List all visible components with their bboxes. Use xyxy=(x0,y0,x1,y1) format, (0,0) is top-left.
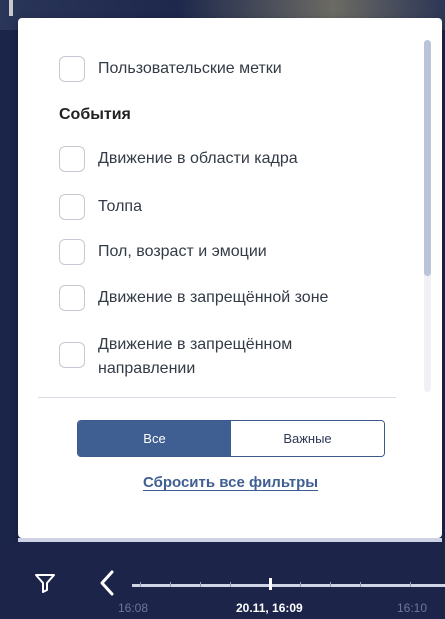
filter-scrollbar-thumb[interactable] xyxy=(424,40,431,276)
timeline-tick xyxy=(200,582,201,587)
forbidden-direction-checkbox[interactable] xyxy=(59,342,85,368)
event-option-crowd[interactable]: Толпа xyxy=(59,194,142,220)
timeline-label-start: 16:08 xyxy=(118,601,149,615)
segment-important-button[interactable]: Важные xyxy=(231,421,384,456)
gender-age-emotions-label: Пол, возраст и эмоции xyxy=(98,243,267,260)
forbidden-zone-checkbox[interactable] xyxy=(59,285,85,311)
motion-in-frame-checkbox[interactable] xyxy=(59,146,85,172)
timeline-tick xyxy=(300,582,301,587)
events-section-title: События xyxy=(59,106,131,123)
timeline-tick xyxy=(170,582,171,587)
filter-divider xyxy=(38,397,396,398)
crowd-label: Толпа xyxy=(98,198,142,215)
video-edge-marker xyxy=(9,0,13,16)
forbidden-direction-label: Движение в запрещённом направлении xyxy=(98,336,293,377)
event-option-forbidden-zone[interactable]: Движение в запрещённой зоне xyxy=(59,285,329,311)
chevron-left-icon[interactable] xyxy=(97,569,117,597)
segment-all-button[interactable]: Все xyxy=(78,421,231,456)
gender-age-emotions-checkbox[interactable] xyxy=(59,239,85,265)
timeline-tick xyxy=(230,582,231,587)
timeline-track[interactable] xyxy=(132,584,445,587)
filter-panel xyxy=(18,18,442,538)
timeline-label-current: 20.11, 16:09 xyxy=(236,601,303,615)
timeline-current-marker[interactable] xyxy=(269,578,272,590)
timeline-tick xyxy=(140,582,141,587)
forbidden-zone-label: Движение в запрещённой зоне xyxy=(98,289,329,306)
timeline-tick xyxy=(360,582,361,587)
reset-filters-link[interactable]: Сбросить все фильтры xyxy=(0,474,445,491)
filter-icon[interactable] xyxy=(33,571,57,595)
timeline-tick xyxy=(330,582,331,587)
timeline-tick xyxy=(410,582,411,587)
timeline-bar xyxy=(0,542,445,619)
motion-in-frame-label: Движение в области кадра xyxy=(98,150,298,167)
crowd-checkbox[interactable] xyxy=(59,194,85,220)
custom-marks-option[interactable]: Пользовательские метки xyxy=(59,56,282,82)
event-option-motion-in-frame[interactable]: Движение в области кадра xyxy=(59,146,298,172)
event-option-gender-age-emotions[interactable]: Пол, возраст и эмоции xyxy=(59,239,267,265)
timeline-label-end: 16:10 xyxy=(397,601,428,615)
importance-segmented-control: Все Важные xyxy=(77,420,385,457)
event-option-forbidden-direction[interactable]: Движение в запрещённом направлении xyxy=(59,333,358,381)
custom-marks-label: Пользовательские метки xyxy=(98,60,282,77)
custom-marks-checkbox[interactable] xyxy=(59,56,85,82)
